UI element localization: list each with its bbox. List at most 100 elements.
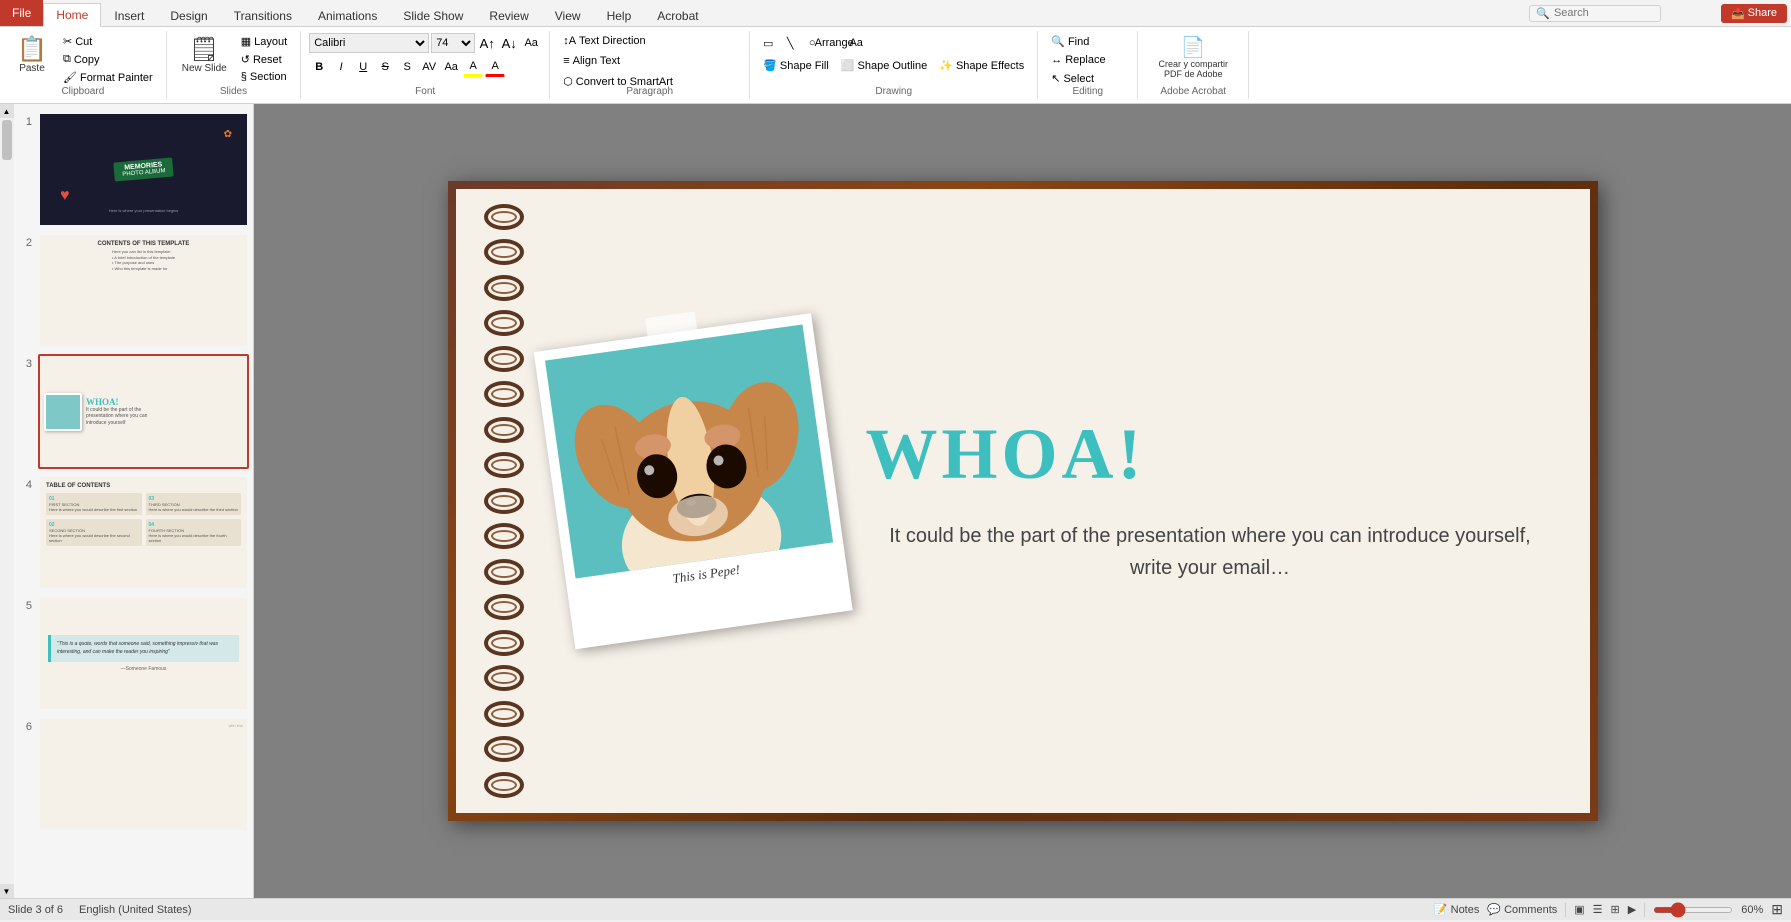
spiral-ring — [484, 772, 524, 798]
spiral-ring — [484, 417, 524, 443]
clear-format-button[interactable]: Aa — [521, 33, 541, 53]
section-icon: § — [241, 71, 247, 83]
tab-view[interactable]: View — [542, 4, 594, 27]
view-reading-button[interactable]: ▶ — [1628, 903, 1636, 916]
cut-button[interactable]: ✂ Cut — [58, 33, 158, 50]
layout-button[interactable]: ▦ Layout — [236, 33, 292, 50]
slides-label: Slides — [167, 86, 300, 97]
bold-button[interactable]: B — [309, 57, 329, 77]
paste-button[interactable]: 📋 Paste — [8, 33, 56, 79]
shape-effects-button[interactable]: ✨ Shape Effects — [934, 57, 1029, 74]
scroll-down-arrow[interactable]: ▼ — [0, 884, 14, 898]
quick-styles-icon: Aa — [849, 37, 862, 49]
clipboard-group: 📋 Paste ✂ Cut ⧉ Copy 🖌 Format Painter — [0, 31, 167, 99]
zoom-slider[interactable] — [1653, 907, 1733, 913]
copy-icon: ⧉ — [63, 53, 71, 66]
text-shadow-button[interactable]: S — [397, 57, 417, 77]
new-slide-button[interactable]: 🗒 New Slide — [175, 33, 234, 79]
reset-button[interactable]: ↺ Reset — [236, 51, 292, 68]
format-painter-button[interactable]: 🖌 Format Painter — [58, 69, 158, 86]
slide-thumb-3[interactable]: 3 WHOA! It could be the part of theprese… — [18, 354, 249, 469]
fit-slide-button[interactable]: ⊞ — [1771, 901, 1783, 918]
spiral-ring — [484, 204, 524, 230]
slide-thumb-4[interactable]: 4 TABLE OF CONTENTS 01 FIRST SECTIONHere… — [18, 475, 249, 590]
font-name-select[interactable]: Calibri — [309, 33, 429, 53]
view-outline-button[interactable]: ☰ — [1593, 903, 1603, 916]
share-button[interactable]: 📤 Share — [1721, 4, 1787, 23]
slide-thumb-6[interactable]: 6 with line — [18, 717, 249, 832]
reset-icon: ↺ — [241, 53, 250, 66]
spiral-ring — [484, 488, 524, 514]
strikethrough-button[interactable]: S — [375, 57, 395, 77]
drawing-label: Drawing — [750, 86, 1037, 97]
slide-panel: 1 MEMORIES PHOTO ALBUM Here is where you… — [14, 104, 254, 898]
select-icon: ↖ — [1051, 72, 1060, 85]
font-increase-button[interactable]: A↑ — [477, 33, 497, 53]
section-button[interactable]: § Section — [236, 69, 292, 85]
tab-insert[interactable]: Insert — [101, 4, 157, 27]
tab-transitions[interactable]: Transitions — [221, 4, 305, 27]
tab-help[interactable]: Help — [594, 4, 645, 27]
polaroid-photo[interactable]: This is Pepe! — [533, 313, 858, 689]
highlight-button[interactable]: A — [463, 57, 483, 77]
tab-animations[interactable]: Animations — [305, 4, 390, 27]
tab-acrobat[interactable]: Acrobat — [644, 4, 711, 27]
underline-button[interactable]: U — [353, 57, 373, 77]
text-direction-button[interactable]: ↕A Text Direction — [558, 33, 650, 49]
slide-body-text[interactable]: It could be the part of the presentation… — [866, 520, 1555, 584]
font-color-button[interactable]: A — [485, 57, 505, 77]
font-decrease-button[interactable]: A↓ — [499, 33, 519, 53]
notes-icon: 📝 — [1434, 903, 1448, 916]
font-size-aa-button[interactable]: Aa — [441, 57, 461, 77]
spiral-ring — [484, 701, 524, 727]
fill-icon: 🪣 — [763, 59, 777, 72]
spiral-ring — [484, 381, 524, 407]
dog-photo — [544, 324, 832, 578]
quick-styles-button[interactable]: Aa — [846, 33, 866, 53]
notes-button[interactable]: 📝 Notes — [1434, 903, 1479, 916]
paragraph-label: Paragraph — [550, 86, 749, 97]
slide-panel-scrollbar[interactable]: ▲ ▼ — [0, 104, 14, 898]
select-button[interactable]: ↖ Select — [1046, 70, 1099, 87]
acrobat-group: 📄 Crear y compartir PDF de Adobe Adobe A… — [1138, 31, 1249, 99]
comments-button[interactable]: 💬 Comments — [1487, 903, 1557, 916]
shape-rect-button[interactable]: ▭ — [758, 33, 778, 53]
outline-icon: ⬜ — [841, 59, 855, 72]
slide-thumb-5[interactable]: 5 "This is a quote, words that someone s… — [18, 596, 249, 711]
italic-button[interactable]: I — [331, 57, 351, 77]
slide-heading[interactable]: WHOA! — [866, 418, 1555, 490]
replace-button[interactable]: ↔ Replace — [1046, 52, 1110, 68]
pdf-icon: 📄 — [1181, 38, 1206, 58]
char-spacing-button[interactable]: AV — [419, 57, 439, 77]
separator — [1565, 903, 1566, 917]
tab-slideshow[interactable]: Slide Show — [390, 4, 476, 27]
spiral-ring — [484, 346, 524, 372]
spiral-ring — [484, 239, 524, 265]
tab-review[interactable]: Review — [476, 4, 541, 27]
align-text-button[interactable]: ≡ Align Text — [558, 53, 625, 69]
slide-thumb-2[interactable]: 2 CONTENTS OF THIS TEMPLATE Here you can… — [18, 233, 249, 348]
find-icon: 🔍 — [1051, 35, 1065, 48]
scroll-thumb[interactable] — [2, 120, 12, 160]
current-slide[interactable]: This is Pepe! WHOA! It could be the part… — [448, 181, 1598, 821]
copy-button[interactable]: ⧉ Copy — [58, 51, 158, 68]
shape-fill-button[interactable]: 🪣 Shape Fill — [758, 57, 834, 74]
tab-home[interactable]: Home — [43, 3, 101, 27]
arrange-button[interactable]: Arrange — [824, 33, 844, 53]
align-text-icon: ≡ — [563, 55, 569, 67]
search-input[interactable] — [1554, 7, 1654, 19]
slide-thumb-1[interactable]: 1 MEMORIES PHOTO ALBUM Here is where you… — [18, 112, 249, 227]
scroll-track[interactable] — [0, 118, 14, 884]
shape-line-button[interactable]: ╲ — [780, 33, 800, 53]
tab-design[interactable]: Design — [157, 4, 220, 27]
find-button[interactable]: 🔍 Find — [1046, 33, 1094, 50]
file-tab[interactable]: File — [0, 0, 43, 26]
font-size-select[interactable]: 74 — [431, 33, 475, 53]
create-pdf-button[interactable]: 📄 Crear y compartir PDF de Adobe — [1146, 33, 1240, 84]
view-normal-button[interactable]: ▣ — [1574, 903, 1584, 916]
scroll-up-arrow[interactable]: ▲ — [0, 104, 14, 118]
shape-outline-button[interactable]: ⬜ Shape Outline — [836, 57, 932, 74]
view-slide-sorter-button[interactable]: ⊞ — [1611, 903, 1620, 916]
cut-icon: ✂ — [63, 35, 72, 48]
search-icon: 🔍 — [1536, 7, 1550, 20]
